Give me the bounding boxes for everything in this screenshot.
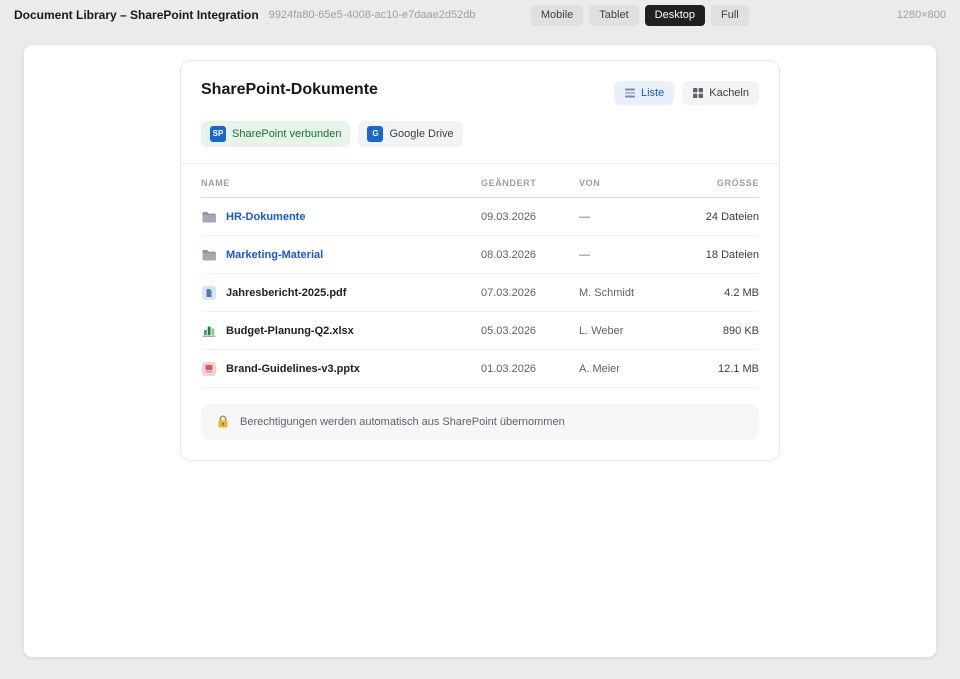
folder-icon [201, 247, 217, 263]
list-view-button[interactable]: Liste [614, 81, 674, 105]
top-toolbar: Document Library – SharePoint Integratio… [0, 0, 960, 30]
by-cell: M. Schmidt [579, 287, 639, 299]
name-cell: Brand-Guidelines-v3.pptx [201, 361, 481, 377]
column-header-size: GRÖSSE [639, 178, 759, 188]
resolution-label: 1280×800 [897, 9, 946, 21]
modified-cell: 07.03.2026 [481, 287, 579, 299]
by-cell: — [579, 211, 639, 223]
name-cell: Jahresbericht-2025.pdf [201, 285, 481, 301]
modified-cell: 09.03.2026 [481, 211, 579, 223]
size-cell: 24 Dateien [639, 211, 759, 223]
modified-cell: 08.03.2026 [481, 249, 579, 261]
file-name[interactable]: Brand-Guidelines-v3.pptx [226, 363, 360, 375]
table-row[interactable]: Budget-Planung-Q2.xlsx 05.03.2026 L. Web… [201, 312, 759, 350]
xlsx-file-icon [201, 323, 217, 339]
name-cell: HR-Dokumente [201, 209, 481, 225]
size-cell: 890 KB [639, 325, 759, 337]
name-cell: Budget-Planung-Q2.xlsx [201, 323, 481, 339]
panel-title: SharePoint-Dokumente [201, 81, 378, 99]
size-cell: 18 Dateien [639, 249, 759, 261]
list-icon [624, 87, 636, 99]
lock-icon [215, 414, 231, 430]
device-preview-switcher: Mobile Tablet Desktop Full [531, 5, 749, 26]
view-toggle-group: Liste Kacheln [614, 81, 759, 105]
folder-link[interactable]: HR-Dokumente [226, 211, 305, 223]
pptx-file-icon [201, 361, 217, 377]
list-view-label: Liste [641, 88, 664, 99]
sharepoint-connected-badge[interactable]: SP SharePoint verbunden [201, 121, 350, 147]
permissions-note: Berechtigungen werden automatisch aus Sh… [201, 404, 759, 440]
google-drive-icon: G [367, 126, 383, 142]
by-cell: A. Meier [579, 363, 639, 375]
column-header-by: VON [579, 178, 639, 188]
column-header-name: NAME [201, 178, 481, 188]
table-header-row: NAME GEÄNDERT VON GRÖSSE [201, 164, 759, 198]
modified-cell: 01.03.2026 [481, 363, 579, 375]
size-cell: 12.1 MB [639, 363, 759, 375]
by-cell: L. Weber [579, 325, 639, 337]
folder-link[interactable]: Marketing-Material [226, 249, 323, 261]
file-name[interactable]: Budget-Planung-Q2.xlsx [226, 325, 354, 337]
tiles-view-button[interactable]: Kacheln [682, 81, 759, 105]
preview-canvas: SharePoint-Dokumente Liste Kacheln [24, 45, 936, 657]
file-name[interactable]: Jahresbericht-2025.pdf [226, 287, 346, 299]
document-uuid: 9924fa80-65e5-4008-ac10-e7daae2d52db [269, 9, 476, 21]
folder-icon [201, 209, 217, 225]
table-row[interactable]: Jahresbericht-2025.pdf 07.03.2026 M. Sch… [201, 274, 759, 312]
size-cell: 4.2 MB [639, 287, 759, 299]
device-button-desktop[interactable]: Desktop [645, 5, 705, 26]
device-button-full[interactable]: Full [711, 5, 749, 26]
sharepoint-badge-label: SharePoint verbunden [232, 129, 341, 140]
sharepoint-documents-panel: SharePoint-Dokumente Liste Kacheln [180, 60, 780, 461]
google-drive-badge[interactable]: G Google Drive [358, 121, 462, 147]
panel-header: SharePoint-Dokumente Liste Kacheln [201, 81, 759, 105]
sharepoint-icon: SP [210, 126, 226, 142]
by-cell: — [579, 249, 639, 261]
connection-badges: SP SharePoint verbunden G Google Drive [201, 121, 759, 147]
permissions-note-text: Berechtigungen werden automatisch aus Sh… [240, 416, 565, 428]
tiles-view-label: Kacheln [709, 88, 749, 99]
device-button-mobile[interactable]: Mobile [531, 5, 583, 26]
table-row[interactable]: HR-Dokumente 09.03.2026 — 24 Dateien [201, 198, 759, 236]
table-row[interactable]: Marketing-Material 08.03.2026 — 18 Datei… [201, 236, 759, 274]
pdf-file-icon [201, 285, 217, 301]
column-header-modified: GEÄNDERT [481, 178, 579, 188]
name-cell: Marketing-Material [201, 247, 481, 263]
google-drive-badge-label: Google Drive [389, 129, 453, 140]
page-title: Document Library – SharePoint Integratio… [14, 8, 259, 22]
table-row[interactable]: Brand-Guidelines-v3.pptx 01.03.2026 A. M… [201, 350, 759, 388]
device-button-tablet[interactable]: Tablet [589, 5, 638, 26]
grid-icon [692, 87, 704, 99]
modified-cell: 05.03.2026 [481, 325, 579, 337]
